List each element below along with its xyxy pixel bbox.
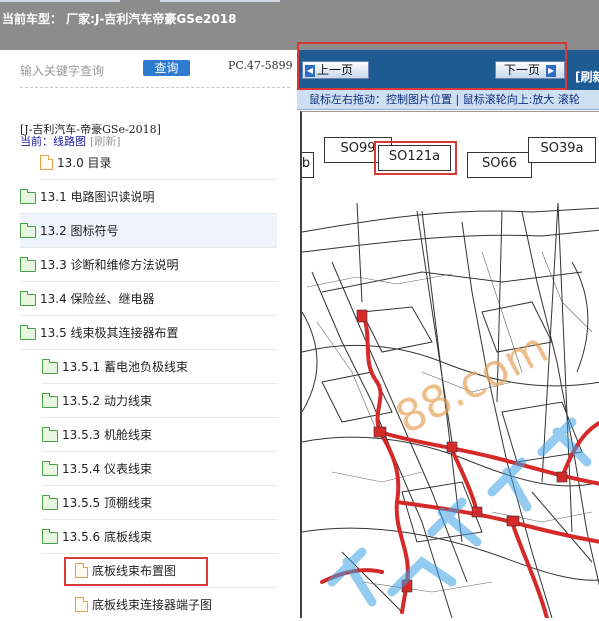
tree-item-13-5[interactable]: 13.5 线束极其连接器布置 bbox=[20, 316, 277, 350]
folder-icon bbox=[42, 426, 58, 442]
tree-item-label: 13.5.3 机舱线束 bbox=[62, 428, 152, 442]
pc-code: PC.47-5899 bbox=[228, 59, 293, 72]
document-icon bbox=[40, 155, 53, 170]
tree-item-label: 13.5.6 底板线束 bbox=[62, 530, 152, 544]
folder-open-icon bbox=[20, 324, 36, 340]
tree-item-13-5-2[interactable]: 13.5.2 动力线束 bbox=[42, 384, 277, 418]
folder-icon bbox=[20, 256, 36, 272]
folder-icon bbox=[20, 290, 36, 306]
tree-item-label: 13.0 目录 bbox=[57, 156, 112, 170]
viewer-hint: 鼠标左右拖动：控制图片位置 | 鼠标滚轮向上:放大 滚轮 bbox=[297, 90, 599, 110]
tree-item-contents[interactable]: 13.0 目录 bbox=[40, 146, 277, 180]
tree-item-label: 13.5 线束极其连接器布置 bbox=[40, 326, 179, 340]
vehicle-model-title: 当前车型： 厂家:J-吉利汽车帝豪GSe2018 bbox=[2, 12, 237, 26]
folder-icon bbox=[20, 222, 36, 238]
folder-open-icon bbox=[42, 528, 58, 544]
sidebar: 输入关键字查询 查询 PC.47-5899 [J-吉利汽车-帝豪GSe-2018… bbox=[0, 50, 297, 617]
folder-icon bbox=[20, 188, 36, 204]
viewer-refresh-link[interactable]: [刷新 bbox=[575, 68, 599, 85]
connector-label-partial: b bbox=[302, 152, 314, 178]
tab-strip bbox=[160, 0, 280, 2]
tree-item-13-1[interactable]: 13.1 电路图识读说明 bbox=[20, 180, 277, 214]
tree-item-label: 13.4 保险丝、继电器 bbox=[40, 292, 155, 306]
tree-item-label: 13.3 诊断和维修方法说明 bbox=[40, 258, 179, 272]
tree-item-floor-harness-connectors[interactable]: 底板线束连接器端子图 bbox=[75, 588, 277, 621]
connector-label-so39a: SO39a bbox=[528, 137, 596, 163]
folder-icon bbox=[42, 358, 58, 374]
tree-item-label: 13.5.4 仪表线束 bbox=[62, 462, 152, 476]
tree-item-13-5-1[interactable]: 13.5.1 蓄电池负极线束 bbox=[42, 350, 277, 384]
tree-item-label: 底板线束连接器端子图 bbox=[92, 598, 213, 612]
document-icon bbox=[75, 597, 88, 612]
connector-label-so66: SO66 bbox=[467, 152, 532, 178]
tree-item-13-5-3[interactable]: 13.5.3 机舱线束 bbox=[42, 418, 277, 452]
divider bbox=[20, 87, 290, 88]
tree-item-13-2[interactable]: 13.2 图标符号 bbox=[20, 214, 277, 248]
tree-item-13-5-4[interactable]: 13.5.4 仪表线束 bbox=[42, 452, 277, 486]
tab-strip bbox=[0, 0, 120, 2]
tree-item-label: 13.2 图标符号 bbox=[40, 224, 119, 238]
tree-item-13-5-5[interactable]: 13.5.5 顶棚线束 bbox=[42, 486, 277, 520]
connector-highlight-box bbox=[374, 141, 457, 175]
tree-item-label: 13.5.5 顶棚线束 bbox=[62, 496, 152, 510]
folder-icon bbox=[42, 460, 58, 476]
diagram-viewer: ◀ 上一页 下一页 ▶ [刷新 鼠标左右拖动：控制图片位置 | 鼠标滚轮向上:放大 … bbox=[297, 42, 599, 618]
wiring-diagram-image[interactable]: 88.com SO99 SO121a SO66 SO39a b bbox=[300, 111, 599, 618]
search-input[interactable]: 输入关键字查询 bbox=[20, 62, 104, 79]
folder-icon bbox=[42, 494, 58, 510]
nav-highlight-box bbox=[297, 42, 567, 90]
tree-item-label: 13.5.1 蓄电池负极线束 bbox=[62, 360, 188, 374]
search-button[interactable]: 查询 bbox=[143, 60, 190, 76]
tree-item-label: 13.1 电路图识读说明 bbox=[40, 190, 155, 204]
tree-item-13-3[interactable]: 13.3 诊断和维修方法说明 bbox=[20, 248, 277, 282]
selection-highlight-box bbox=[64, 557, 208, 586]
tree-item-13-5-6[interactable]: 13.5.6 底板线束 bbox=[42, 520, 277, 554]
tree-item-13-4[interactable]: 13.4 保险丝、继电器 bbox=[20, 282, 277, 316]
tree-item-label: 13.5.2 动力线束 bbox=[62, 394, 152, 408]
watermark-text: 88.com bbox=[388, 322, 557, 444]
diagram-canvas: 88.com bbox=[302, 202, 599, 618]
folder-icon bbox=[42, 392, 58, 408]
